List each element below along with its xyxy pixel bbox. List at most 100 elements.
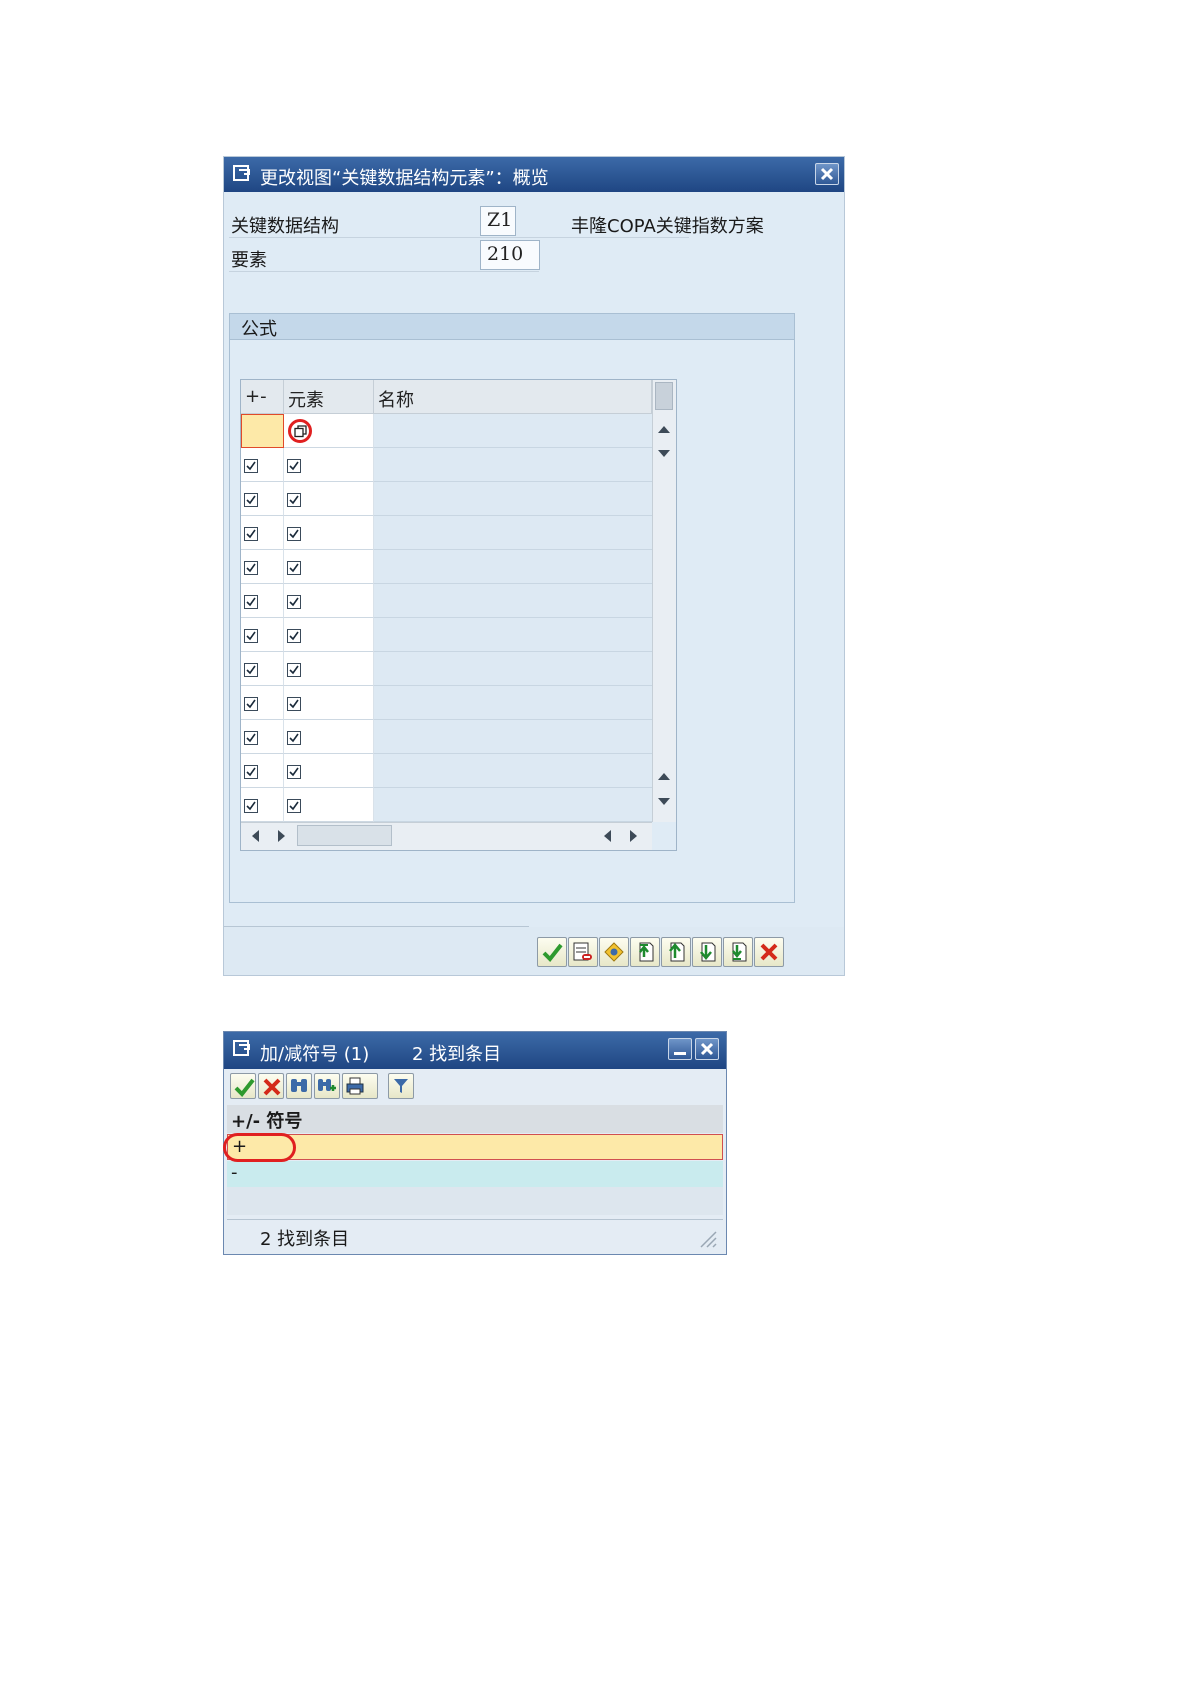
- element-cell[interactable]: [284, 652, 374, 686]
- scroll-thumb[interactable]: [655, 382, 673, 410]
- name-cell: [374, 652, 652, 686]
- horizontal-scroll-thumb[interactable]: [297, 825, 392, 846]
- column-header-element[interactable]: 元素: [284, 380, 374, 414]
- scroll-left-icon[interactable]: [252, 830, 259, 842]
- column-header-sign[interactable]: +-: [241, 380, 284, 414]
- checkbox-checked-icon[interactable]: [244, 594, 258, 609]
- element-cell[interactable]: [284, 550, 374, 584]
- cancel-button[interactable]: [258, 1073, 284, 1099]
- sign-cell[interactable]: [241, 754, 284, 788]
- sign-cell[interactable]: [241, 482, 284, 516]
- scroll-left-icon[interactable]: [604, 830, 611, 842]
- checkbox-checked-icon[interactable]: [287, 628, 301, 643]
- checkbox-checked-icon[interactable]: [244, 458, 258, 473]
- sign-input-active[interactable]: [241, 414, 284, 448]
- checkbox-checked-icon[interactable]: [244, 526, 258, 541]
- next-page-button[interactable]: [692, 937, 722, 967]
- checkbox-checked-icon[interactable]: [287, 798, 301, 813]
- filter-button[interactable]: [388, 1073, 414, 1099]
- footer-divider: [224, 926, 529, 927]
- change-view-dialog: 更改视图“关键数据结构元素”：概览 关键数据结构 Z1 丰隆COPA关键指数方案…: [223, 156, 845, 976]
- scroll-right-icon[interactable]: [630, 830, 637, 842]
- column-header-name[interactable]: 名称: [374, 380, 652, 414]
- vertical-scrollbar[interactable]: [652, 380, 676, 822]
- check-button[interactable]: [230, 1073, 256, 1099]
- element-cell[interactable]: [284, 414, 374, 448]
- element-cell[interactable]: [284, 516, 374, 550]
- checkbox-checked-icon[interactable]: [244, 628, 258, 643]
- print-button[interactable]: [342, 1073, 378, 1099]
- sign-cell[interactable]: [241, 584, 284, 618]
- sign-value: -: [231, 1162, 238, 1183]
- checkbox-checked-icon[interactable]: [287, 764, 301, 779]
- list-item[interactable]: -: [227, 1161, 723, 1187]
- element-cell[interactable]: [284, 720, 374, 754]
- checkbox-checked-icon[interactable]: [287, 594, 301, 609]
- key-structure-field[interactable]: Z1: [480, 206, 516, 236]
- checkbox-checked-icon[interactable]: [287, 492, 301, 507]
- sign-cell[interactable]: [241, 550, 284, 584]
- select-button[interactable]: [599, 937, 629, 967]
- status-text: 2 找到条目: [260, 1229, 350, 1250]
- find-button[interactable]: [286, 1073, 312, 1099]
- checkbox-checked-icon[interactable]: [287, 662, 301, 677]
- checkbox-checked-icon[interactable]: [244, 696, 258, 711]
- previous-page-button[interactable]: [661, 937, 691, 967]
- page-down-icon[interactable]: [658, 798, 670, 805]
- element-cell[interactable]: [284, 482, 374, 516]
- delete-row-button[interactable]: [568, 937, 598, 967]
- element-cell[interactable]: [284, 754, 374, 788]
- sign-cell[interactable]: [241, 652, 284, 686]
- sign-cell[interactable]: [241, 686, 284, 720]
- page-up-icon[interactable]: [658, 773, 670, 780]
- checkbox-checked-icon[interactable]: [244, 662, 258, 677]
- status-bar: 2 找到条目: [227, 1219, 723, 1252]
- element-cell[interactable]: [284, 448, 374, 482]
- column-header-bar: +/- 符号: [227, 1105, 723, 1133]
- close-button[interactable]: [695, 1038, 719, 1060]
- field-underline: [229, 271, 539, 272]
- last-page-button[interactable]: [723, 937, 753, 967]
- sign-cell[interactable]: [241, 720, 284, 754]
- cancel-button[interactable]: [754, 937, 784, 967]
- minimize-icon: [674, 1052, 686, 1055]
- close-button[interactable]: [815, 163, 839, 185]
- horizontal-scrollbar[interactable]: [241, 822, 652, 850]
- element-field[interactable]: 210: [480, 240, 540, 270]
- checkbox-checked-icon[interactable]: [244, 730, 258, 745]
- checkbox-checked-icon[interactable]: [287, 696, 301, 711]
- sign-cell[interactable]: [241, 788, 284, 822]
- checkbox-checked-icon[interactable]: [287, 730, 301, 745]
- column-header-sign[interactable]: +/- 符号: [231, 1107, 302, 1133]
- copy-icon[interactable]: [294, 425, 307, 438]
- resize-grip-icon[interactable]: [697, 1228, 717, 1248]
- element-cell[interactable]: [284, 788, 374, 822]
- element-cell[interactable]: [284, 584, 374, 618]
- scroll-up-icon[interactable]: [658, 426, 670, 433]
- checkbox-checked-icon[interactable]: [287, 458, 301, 473]
- checkbox-checked-icon[interactable]: [244, 560, 258, 575]
- name-cell: [374, 788, 652, 822]
- first-page-button[interactable]: [630, 937, 660, 967]
- minimize-button[interactable]: [668, 1038, 692, 1060]
- list-item[interactable]: +: [227, 1134, 723, 1160]
- scroll-right-icon[interactable]: [278, 830, 285, 842]
- check-button[interactable]: [537, 937, 567, 967]
- sign-cell[interactable]: [241, 618, 284, 652]
- checkbox-checked-icon[interactable]: [244, 764, 258, 779]
- sign-cell[interactable]: [241, 516, 284, 550]
- checkbox-checked-icon[interactable]: [287, 526, 301, 541]
- dialog-title-bar: 更改视图“关键数据结构元素”：概览: [224, 157, 844, 192]
- window-icon: [233, 165, 250, 181]
- checkbox-checked-icon[interactable]: [287, 560, 301, 575]
- name-cell: [374, 414, 652, 448]
- checkbox-checked-icon[interactable]: [244, 492, 258, 507]
- find-next-button[interactable]: [314, 1073, 340, 1099]
- name-cell: [374, 482, 652, 516]
- checkbox-checked-icon[interactable]: [244, 798, 258, 813]
- empty-list-area: [227, 1187, 723, 1215]
- element-cell[interactable]: [284, 618, 374, 652]
- element-cell[interactable]: [284, 686, 374, 720]
- scroll-down-icon[interactable]: [658, 450, 670, 457]
- sign-cell[interactable]: [241, 448, 284, 482]
